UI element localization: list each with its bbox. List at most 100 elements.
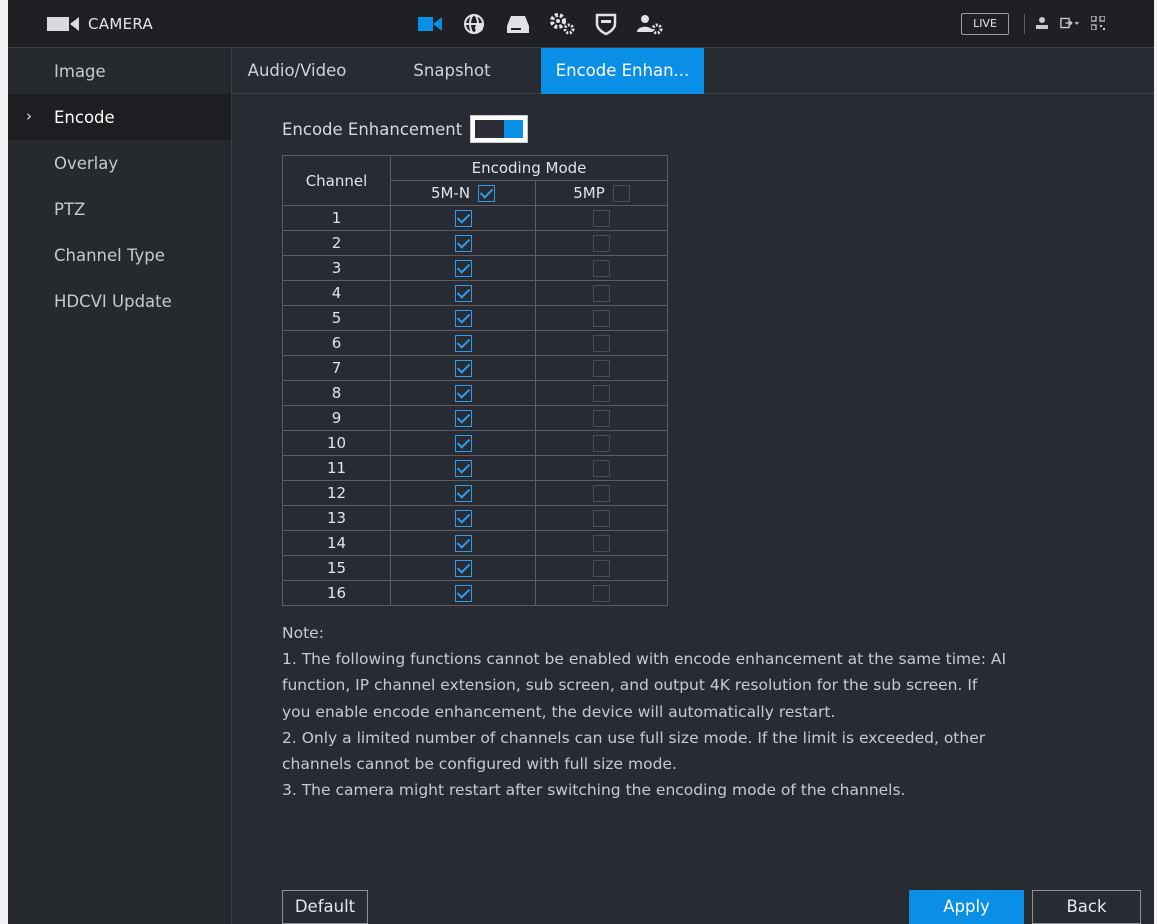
note-line: function, IP channel extension, sub scre… — [282, 676, 978, 695]
sidebar-item-hdcvi-update[interactable]: HDCVI Update — [8, 278, 231, 324]
encode-enhancement-label: Encode Enhancement — [282, 119, 463, 139]
back-button[interactable]: Back — [1032, 890, 1141, 924]
mode1-checkbox[interactable] — [454, 360, 472, 377]
sidebar-item-ptz[interactable]: PTZ — [8, 186, 231, 232]
mode1-cell — [390, 580, 536, 606]
sidebar-item-label: Image — [54, 61, 106, 81]
mode2-cell — [535, 480, 668, 506]
mode1-checkbox[interactable] — [454, 535, 472, 552]
mode2-checkbox[interactable] — [593, 410, 610, 427]
channel-number: 16 — [282, 580, 391, 606]
mode2-checkbox[interactable] — [593, 285, 610, 302]
mode2-checkbox[interactable] — [593, 560, 610, 577]
mode1-checkbox[interactable] — [454, 410, 472, 427]
mode1-cell — [390, 480, 536, 506]
mode1-checkbox[interactable] — [454, 235, 472, 252]
mode1-label: 5M-N — [430, 184, 471, 202]
sidebar-item-overlay[interactable]: Overlay — [8, 140, 231, 186]
mode2-checkbox[interactable] — [593, 435, 610, 452]
table-row: 1 — [282, 205, 668, 231]
table-row: 5 — [282, 305, 668, 331]
mode1-cell — [390, 380, 536, 406]
encoding-mode-table: Channel Encoding Mode 5M-N 5MP 123456789… — [282, 155, 668, 606]
mode1-checkbox[interactable] — [454, 435, 472, 452]
mode1-checkbox[interactable] — [454, 260, 472, 277]
table-row: 3 — [282, 255, 668, 281]
top-divider — [1024, 14, 1025, 34]
mode1-checkbox[interactable] — [454, 335, 472, 352]
event-shield-icon[interactable] — [586, 8, 626, 40]
note-line: you enable encode enhancement, the devic… — [282, 702, 836, 721]
mode1-cell — [390, 430, 536, 456]
mode1-select-all-checkbox[interactable] — [478, 184, 496, 202]
mode2-cell — [535, 580, 668, 606]
mode1-checkbox[interactable] — [454, 285, 472, 302]
default-button[interactable]: Default — [282, 890, 368, 924]
mode1-checkbox[interactable] — [454, 485, 472, 502]
mode2-checkbox[interactable] — [593, 235, 610, 252]
camera-icon[interactable] — [410, 8, 450, 40]
mode1-checkbox[interactable] — [454, 460, 472, 477]
mode2-checkbox[interactable] — [593, 310, 610, 327]
table-row: 7 — [282, 355, 668, 381]
network-icon[interactable] — [454, 8, 494, 40]
sidebar-item-channel-type[interactable]: Channel Type — [8, 232, 231, 278]
channel-number: 9 — [282, 405, 391, 431]
mode2-cell — [535, 505, 668, 531]
note-line: channels cannot be configured with full … — [282, 755, 677, 774]
channel-header: Channel — [282, 155, 391, 206]
mode2-checkbox[interactable] — [593, 510, 610, 527]
mode2-checkbox[interactable] — [593, 260, 610, 277]
table-row: 10 — [282, 430, 668, 456]
user-icon[interactable] — [1032, 12, 1052, 34]
table-row: 6 — [282, 330, 668, 356]
table-row: 15 — [282, 555, 668, 581]
mode2-checkbox[interactable] — [593, 535, 610, 552]
channel-number: 5 — [282, 305, 391, 331]
storage-icon[interactable] — [498, 8, 538, 40]
mode1-cell — [390, 555, 536, 581]
sidebar: Image › Encode Overlay PTZ Channel Type H… — [8, 48, 232, 924]
tab-audio-video[interactable]: Audio/Video — [232, 48, 362, 94]
qr-code-icon[interactable] — [1088, 12, 1108, 34]
tab-snapshot[interactable]: Snapshot — [386, 48, 518, 94]
mode2-cell — [535, 555, 668, 581]
mode2-checkbox[interactable] — [593, 210, 610, 227]
mode1-checkbox[interactable] — [454, 560, 472, 577]
encode-enhancement-row: Encode Enhancement — [282, 115, 529, 143]
table-row: 2 — [282, 230, 668, 256]
channel-number: 15 — [282, 555, 391, 581]
mode1-checkbox[interactable] — [454, 310, 472, 327]
mode2-checkbox[interactable] — [593, 335, 610, 352]
channel-number: 10 — [282, 430, 391, 456]
logout-icon[interactable] — [1060, 12, 1080, 34]
channel-number: 2 — [282, 230, 391, 256]
mode1-checkbox[interactable] — [454, 210, 472, 227]
mode2-checkbox[interactable] — [593, 460, 610, 477]
apply-button[interactable]: Apply — [909, 890, 1024, 924]
mode2-select-all-checkbox[interactable] — [612, 184, 630, 202]
mode1-checkbox[interactable] — [454, 385, 472, 402]
sidebar-item-image[interactable]: Image — [8, 48, 231, 94]
bottom-bar: Default Apply Back — [232, 888, 1154, 924]
tab-bar: Audio/Video Snapshot Encode Enhan... — [232, 48, 1154, 94]
system-icon[interactable] — [542, 8, 582, 40]
mode2-checkbox[interactable] — [593, 360, 610, 377]
mode1-checkbox[interactable] — [454, 510, 472, 527]
mode2-cell — [535, 355, 668, 381]
mode1-cell — [390, 205, 536, 231]
mode2-cell — [535, 280, 668, 306]
tab-encode-enhancement[interactable]: Encode Enhan... — [541, 48, 704, 94]
channel-number: 4 — [282, 280, 391, 306]
encode-enhancement-toggle[interactable] — [470, 115, 529, 143]
mode1-checkbox[interactable] — [454, 585, 472, 602]
mode2-checkbox[interactable] — [593, 585, 610, 602]
mode2-checkbox[interactable] — [593, 385, 610, 402]
sidebar-item-encode[interactable]: › Encode — [8, 94, 231, 140]
account-icon[interactable] — [630, 8, 670, 40]
live-button[interactable]: LIVE — [961, 13, 1009, 35]
mode2-checkbox[interactable] — [593, 485, 610, 502]
note-block: Note: 1. The following functions cannot … — [282, 620, 1142, 803]
channel-number: 8 — [282, 380, 391, 406]
chevron-right-icon: › — [26, 107, 32, 125]
